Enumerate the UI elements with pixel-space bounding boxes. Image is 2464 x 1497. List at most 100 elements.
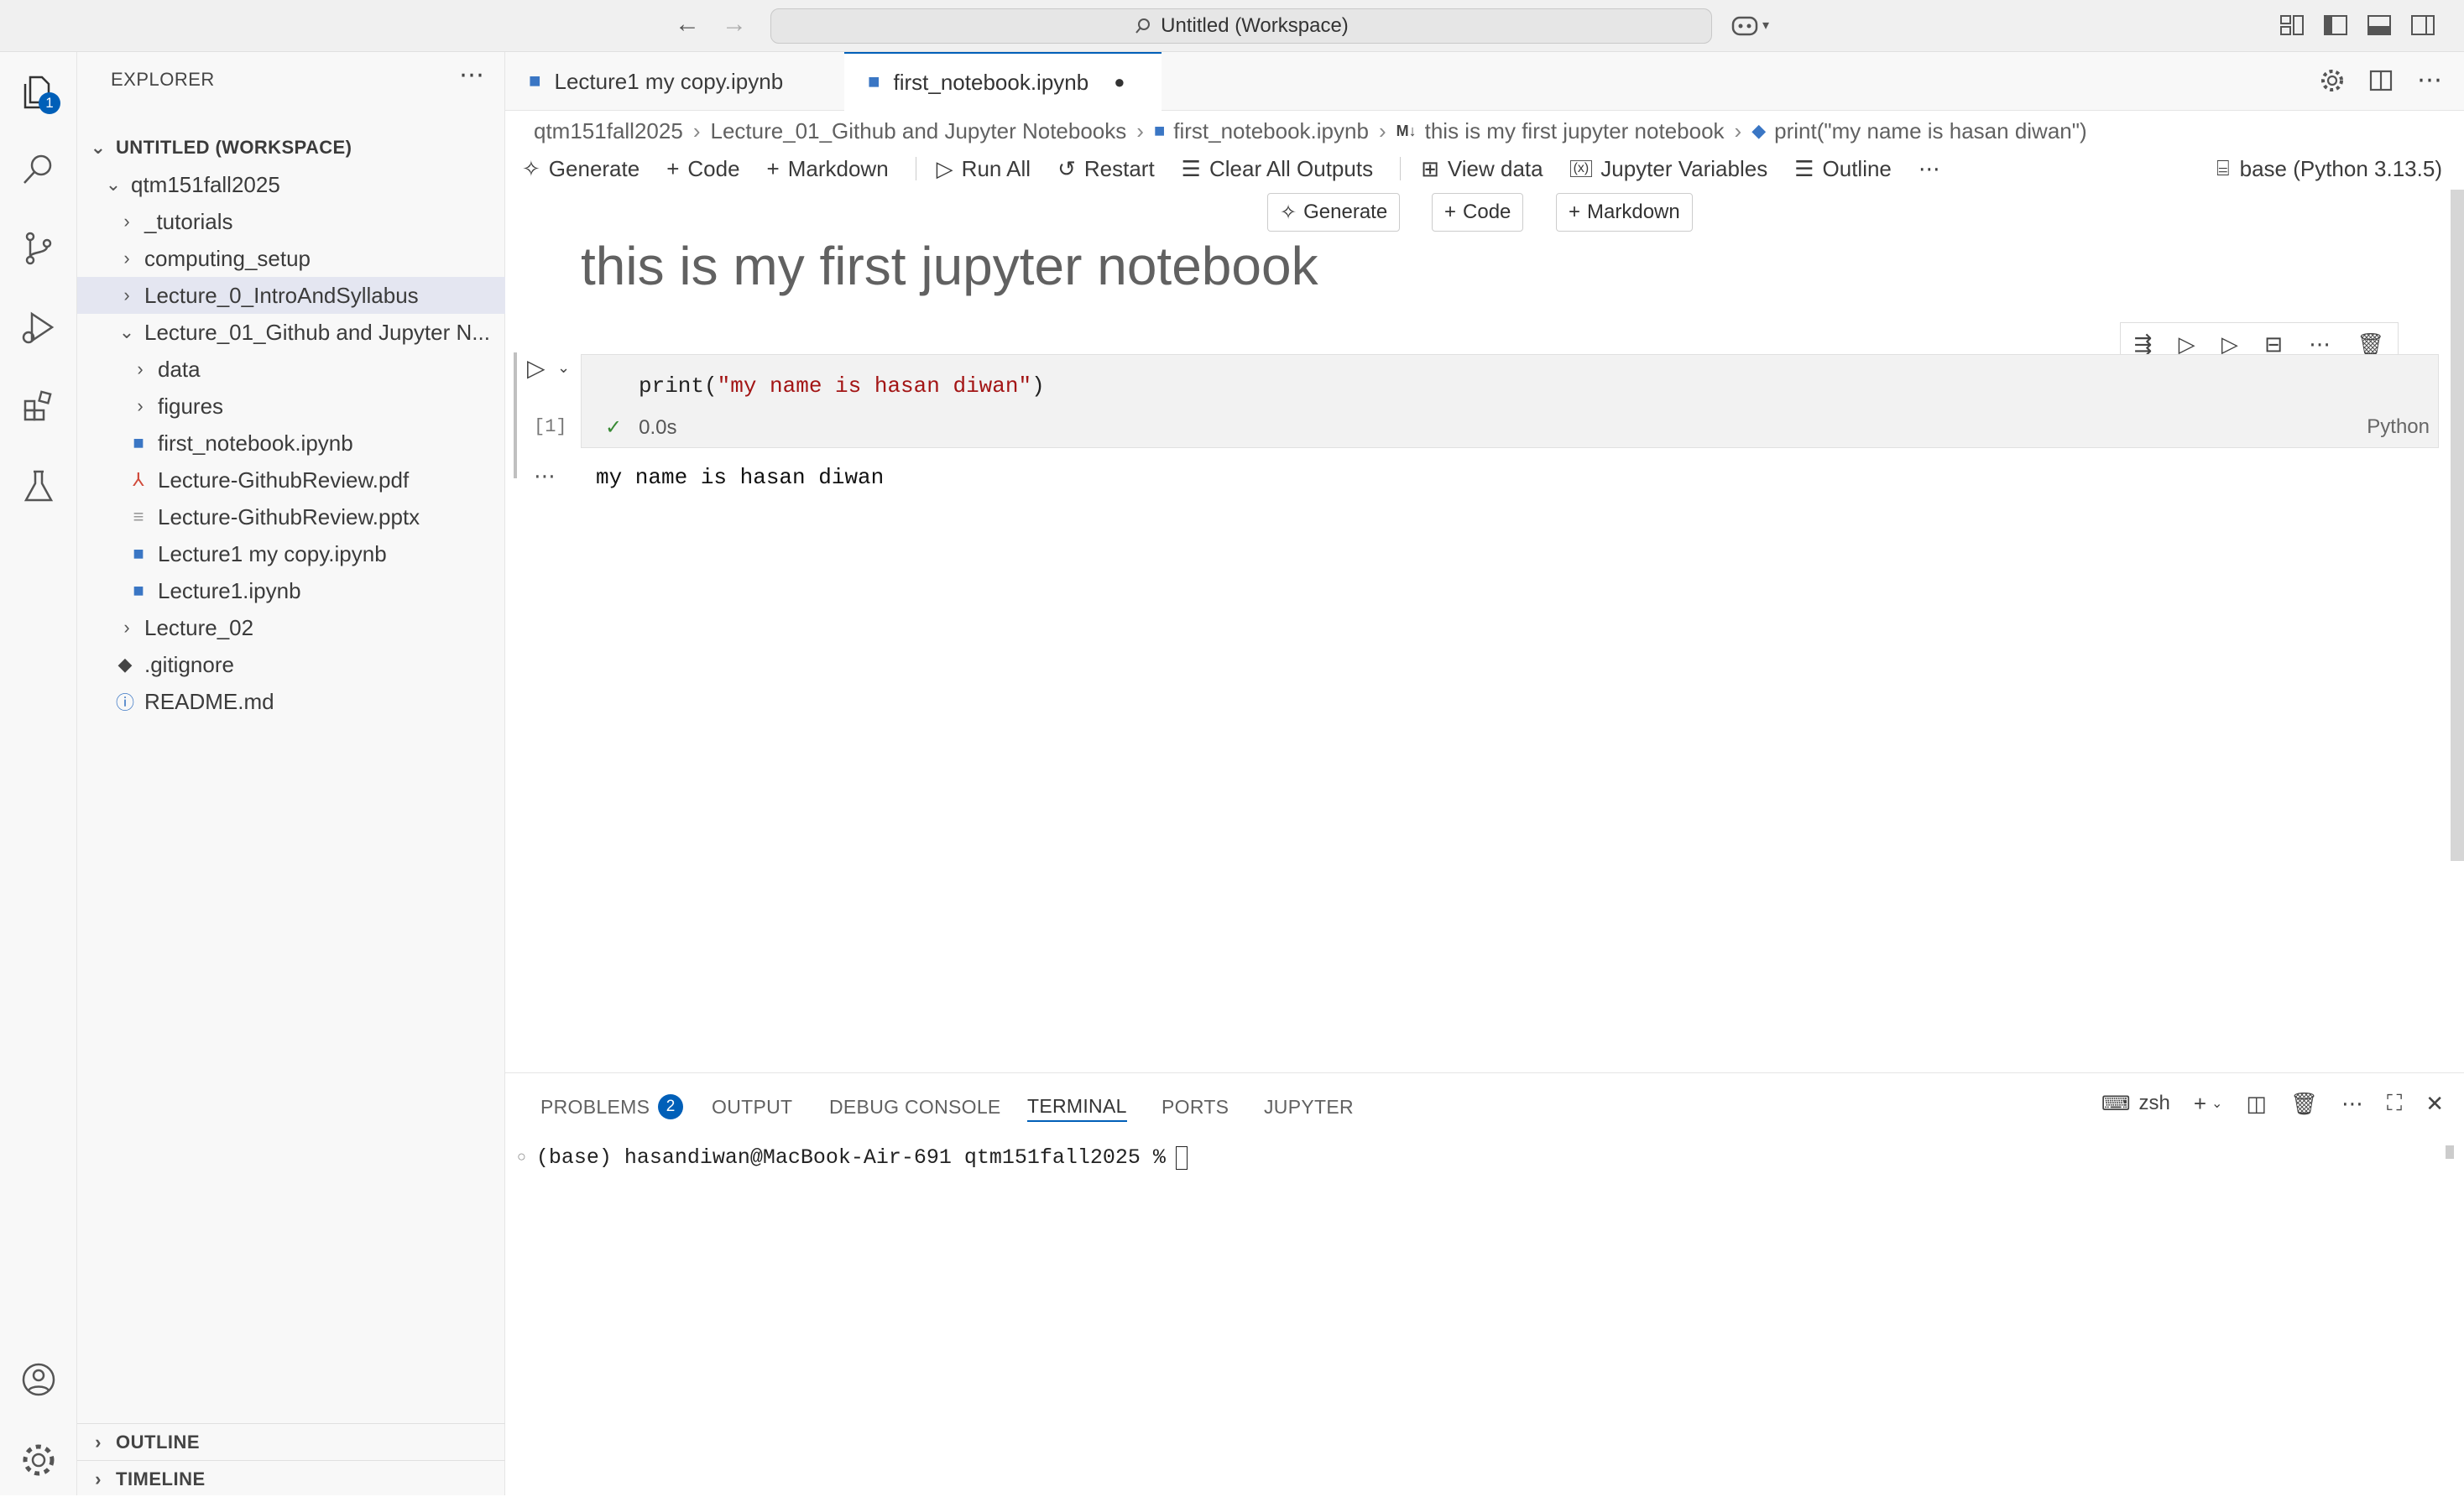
tree-file-pdf[interactable]: ⅄ Lecture-GithubReview.pdf [77, 462, 505, 498]
tree-folder-figures[interactable]: › figures [77, 388, 505, 425]
tree-folder-lecture-0[interactable]: › Lecture_0_IntroAndSyllabus [77, 277, 505, 314]
editor-scrollbar[interactable] [2451, 190, 2464, 861]
run-by-line-icon[interactable]: ⇶ [2134, 331, 2153, 357]
delete-cell-icon[interactable]: 🗑 [2357, 331, 2384, 357]
editor-tabs: ■ Lecture1 my copy.ipynb ■ first_notebook.… [505, 52, 2464, 111]
tab-label: DEBUG CONSOLE [829, 1095, 1001, 1118]
clear-outputs-button[interactable]: ☰ Clear All Outputs [1182, 156, 1373, 182]
breadcrumb-item[interactable]: Lecture_01_Github and Jupyter Notebooks [710, 118, 1126, 144]
workspace-header[interactable]: ⌄ UNTITLED (WORKSPACE) [77, 129, 505, 166]
manage-activity[interactable] [15, 1437, 62, 1484]
customize-layout-icon[interactable] [2279, 13, 2305, 37]
outline-section[interactable]: › OUTLINE [77, 1423, 505, 1460]
toggle-primary-sidebar-icon[interactable] [2323, 13, 2348, 37]
toggle-panel-icon[interactable] [2367, 13, 2392, 37]
run-cell-button[interactable]: ▷ [527, 354, 546, 382]
code-line[interactable]: print("my name is hasan diwan") [639, 373, 1045, 399]
code-cell[interactable]: print("my name is hasan diwan") ✓ 0.0s Py… [581, 354, 2439, 448]
extensions-activity[interactable] [15, 383, 62, 430]
source-control-activity[interactable] [15, 225, 62, 272]
tree-file-first-notebook[interactable]: ■ first_notebook.ipynb [77, 425, 505, 462]
command-center-search[interactable]: Untitled (Workspace) [770, 8, 1712, 44]
kill-terminal-icon[interactable]: 🗑 [2290, 1091, 2318, 1117]
run-all-button[interactable]: ▷ Run All [937, 156, 1031, 182]
tab-terminal[interactable]: TERMINAL [1027, 1092, 1127, 1122]
accounts-activity[interactable] [15, 1356, 62, 1403]
insert-code-button[interactable]: + Code [1432, 193, 1524, 232]
tab-lecture1-copy[interactable]: ■ Lecture1 my copy.ipynb [505, 52, 844, 111]
chevron-down-icon: ⌄ [2211, 1097, 2223, 1111]
breadcrumb: qtm151fall2025 › Lecture_01_Github and Ju… [534, 116, 2087, 146]
terminal-output[interactable]: ○ (base) hasandiwan@MacBook-Air-691 qtm1… [517, 1145, 1188, 1170]
tree-label: Lecture1 my copy.ipynb [158, 540, 387, 566]
tree-folder-data[interactable]: › data [77, 351, 505, 388]
insert-markdown-button[interactable]: + Markdown [1556, 193, 1693, 232]
unsaved-dot-icon[interactable]: ● [1114, 71, 1125, 93]
breadcrumb-item[interactable]: this is my first jupyter notebook [1425, 118, 1725, 144]
back-arrow-icon[interactable]: ← [675, 12, 700, 37]
tree-file-pptx[interactable]: ≡ Lecture-GithubReview.pptx [77, 498, 505, 535]
markdown-heading[interactable]: this is my first jupyter notebook [581, 235, 1318, 297]
new-terminal-button[interactable]: + ⌄ [2194, 1091, 2223, 1117]
command-center-label: Untitled (Workspace) [1161, 14, 1349, 37]
tab-ports[interactable]: PORTS [1162, 1092, 1229, 1122]
cell-status: ✓ 0.0s [605, 415, 676, 440]
tab-problems[interactable]: PROBLEMS 2 [540, 1092, 684, 1122]
more-actions-icon[interactable]: ⋯ [459, 60, 484, 90]
tab-jupyter[interactable]: JUPYTER [1264, 1092, 1354, 1122]
maximize-panel-icon[interactable]: ⛶ [2387, 1090, 2402, 1117]
split-editor-icon[interactable] [2368, 68, 2394, 93]
breadcrumb-item[interactable]: print("my name is hasan diwan") [1774, 118, 2087, 144]
generate-button[interactable]: ✧ Generate [522, 156, 639, 182]
tree-label: .gitignore [144, 651, 234, 677]
view-data-button[interactable]: ⊞ View data [1421, 156, 1543, 182]
jupyter-variables-button[interactable]: (x) Jupyter Variables [1569, 156, 1767, 182]
tree-file-lecture1[interactable]: ■ Lecture1.ipynb [77, 572, 505, 609]
terminal-shell-selector[interactable]: ⌨ zsh [2101, 1092, 2170, 1116]
add-markdown-button[interactable]: + Markdown [767, 156, 889, 182]
extensions-icon [23, 390, 52, 421]
tree-file-readme[interactable]: ⓘ README.md [77, 683, 505, 720]
more-actions-icon[interactable]: ⋯ [1918, 156, 1940, 182]
tree-file-lecture1-copy[interactable]: ■ Lecture1 my copy.ipynb [77, 535, 505, 572]
tab-first-notebook[interactable]: ■ first_notebook.ipynb ● [844, 52, 1162, 111]
tree-label: Lecture_01_Github and Jupyter N... [144, 319, 490, 345]
execute-below-icon[interactable]: ▷ [2221, 331, 2238, 357]
split-cell-icon[interactable]: ⊟ [2264, 331, 2283, 357]
explorer-activity[interactable]: 1 [15, 69, 62, 116]
more-actions-icon[interactable]: ⋯ [2309, 331, 2331, 357]
cell-language[interactable]: Python [2367, 415, 2430, 439]
clear-label: Clear All Outputs [1209, 155, 1374, 181]
timeline-section[interactable]: › TIMELINE [77, 1460, 505, 1497]
outline-button[interactable]: ☰ Outline [1794, 156, 1892, 182]
tree-file-gitignore[interactable]: ◆ .gitignore [77, 646, 505, 683]
restart-button[interactable]: ↺ Restart [1057, 156, 1155, 182]
gear-icon[interactable] [2320, 68, 2345, 93]
breadcrumb-item[interactable]: qtm151fall2025 [534, 118, 683, 144]
breadcrumb-item[interactable]: first_notebook.ipynb [1173, 118, 1369, 144]
tab-debug-console[interactable]: DEBUG CONSOLE [829, 1092, 1001, 1122]
more-actions-icon[interactable]: ⋯ [2341, 1091, 2363, 1117]
close-icon[interactable]: ✕ [2425, 1091, 2444, 1117]
chevron-down-icon[interactable]: ⌄ [557, 359, 570, 377]
testing-activity[interactable] [15, 463, 62, 510]
tree-folder-qtm151fall2025[interactable]: ⌄ qtm151fall2025 [77, 166, 505, 203]
split-terminal-icon[interactable]: ◫ [2246, 1091, 2267, 1117]
execute-above-icon[interactable]: ▷ [2179, 331, 2195, 357]
tree-folder-lecture-01[interactable]: ⌄ Lecture_01_Github and Jupyter N... [77, 314, 505, 351]
insert-generate-button[interactable]: ✧ Generate [1267, 193, 1401, 232]
more-actions-icon[interactable]: ⋯ [2417, 65, 2442, 95]
toggle-secondary-sidebar-icon[interactable] [2410, 13, 2435, 37]
run-debug-activity[interactable] [15, 304, 62, 351]
search-activity[interactable] [15, 146, 62, 193]
output-actions-icon[interactable]: ⋯ [534, 463, 556, 489]
add-code-button[interactable]: + Code [666, 156, 739, 182]
tree-folder-tutorials[interactable]: › _tutorials [77, 203, 505, 240]
tab-output[interactable]: OUTPUT [712, 1092, 792, 1122]
copilot-menu[interactable]: ▾ [1731, 10, 1769, 40]
forward-arrow-icon[interactable]: → [722, 12, 747, 37]
kernel-picker[interactable]: ⌸ base (Python 3.13.5) [2216, 151, 2442, 186]
tree-folder-computing-setup[interactable]: › computing_setup [77, 240, 505, 277]
terminal-scrollbar[interactable] [2446, 1145, 2454, 1159]
tree-folder-lecture-02[interactable]: › Lecture_02 [77, 609, 505, 646]
